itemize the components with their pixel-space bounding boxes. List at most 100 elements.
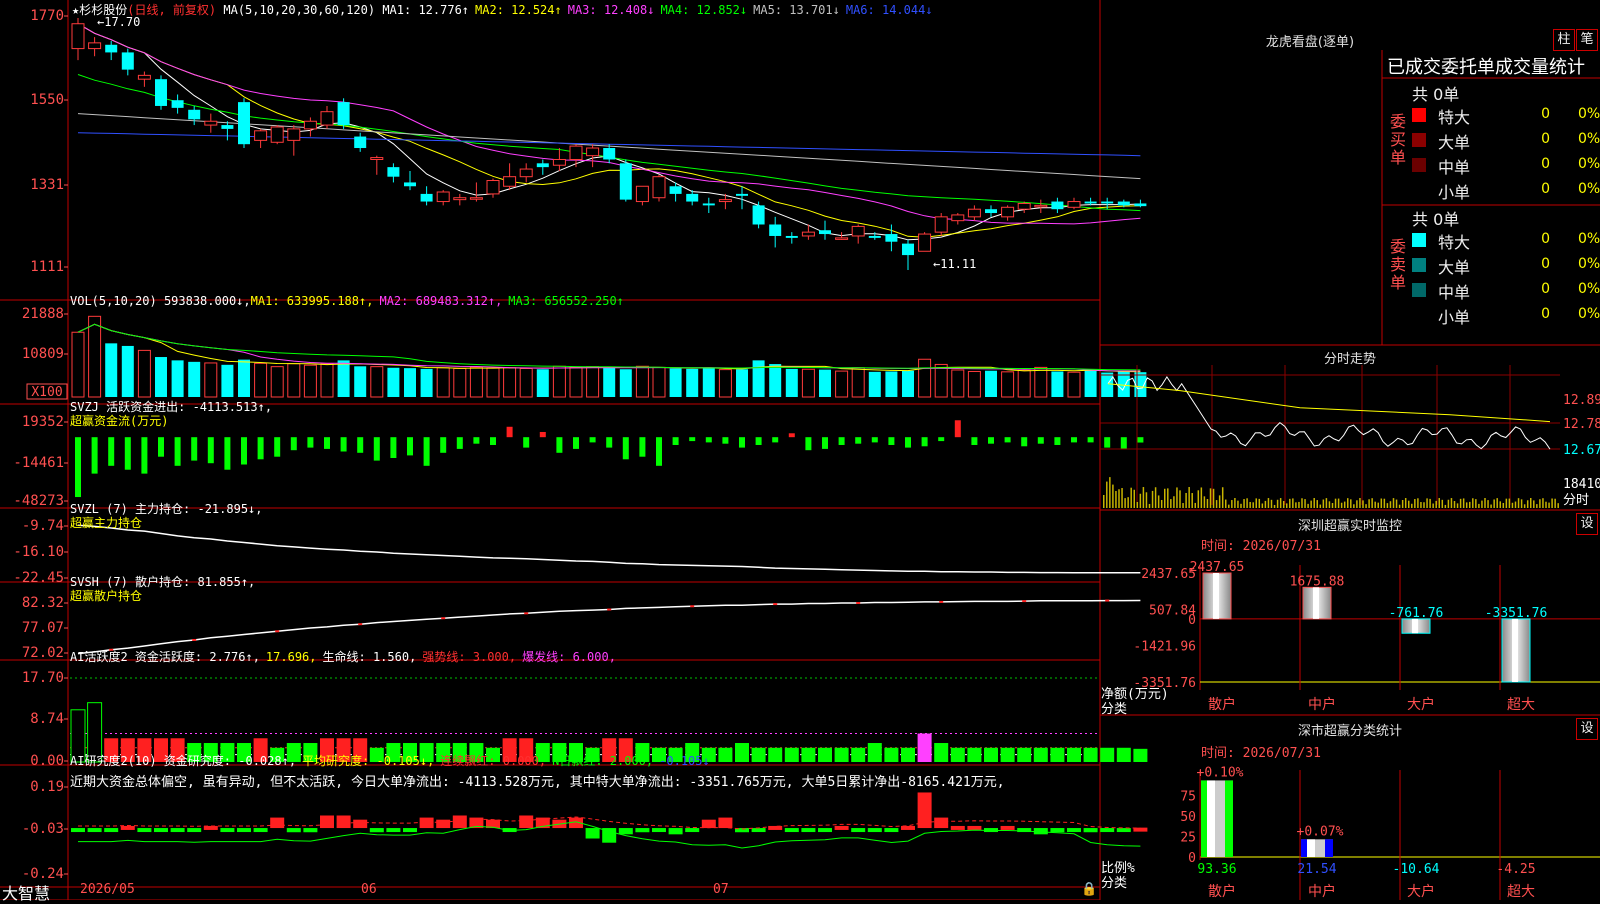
candle-body [221, 125, 234, 129]
hud-item-4: 爆发线: 6.000, [522, 650, 616, 664]
class-value-label: -4.25 [1496, 862, 1535, 877]
flow-bar [324, 437, 330, 449]
flow-bar [224, 437, 231, 470]
intraday-volume-bar [1456, 503, 1459, 508]
volume-bar [88, 315, 102, 398]
intraday-volume-bar [1157, 495, 1160, 508]
ai-active-chart[interactable] [70, 677, 1148, 763]
sell-row-count-2: 0 [1541, 281, 1550, 297]
buy-orders-label: 委买单 [1389, 112, 1406, 167]
svsh-chart[interactable] [77, 599, 1141, 655]
research-bar [668, 828, 683, 835]
volume-chart[interactable] [71, 315, 1147, 398]
intraday-volume-bar [1334, 498, 1337, 508]
intraday-volume-bar [1484, 498, 1486, 508]
flow-bar [988, 437, 994, 444]
candle-body [519, 168, 533, 178]
category-label: 中户 [1308, 883, 1336, 900]
sz-monitor-axis-label: 2437.65 [1141, 567, 1196, 582]
flow-bar [921, 437, 928, 447]
bar-view-button[interactable]: 柱 [1553, 29, 1575, 51]
flow-bar [340, 437, 347, 452]
activity-bar [735, 743, 749, 762]
flow-bar [1037, 437, 1044, 444]
research-bar [237, 828, 251, 833]
sell-row-swatch-0 [1412, 233, 1426, 247]
flow-bar [689, 437, 696, 442]
intraday-volume-bar [1472, 498, 1474, 508]
price-chart[interactable] [71, 18, 1147, 270]
intraday-volume-bar [1319, 504, 1322, 508]
research-bar [867, 828, 882, 833]
research-bar [286, 828, 301, 833]
lhb-title: 龙虎看盘(逐单) [1265, 35, 1355, 50]
candle-body [171, 100, 184, 108]
intraday-volume-bar [1478, 503, 1480, 508]
svzl-chart[interactable] [77, 524, 1141, 574]
volume-bar [718, 369, 732, 398]
flow-bar [606, 437, 613, 448]
volume-bar [238, 359, 250, 397]
candle-body [1067, 201, 1081, 208]
candle-body [686, 193, 699, 202]
sz-class-settings-button[interactable]: 设 [1576, 718, 1598, 740]
tick-view-button[interactable]: 笔 [1576, 29, 1598, 51]
flow-bar [905, 437, 911, 448]
volume-bar [453, 368, 467, 398]
intraday-volume-bar [1261, 503, 1264, 508]
sz-class-chart[interactable]: 75 50 25 093.36 散户 21.54 中户 -10.64 大户 -4.25 超大 +0.1… [1180, 765, 1600, 900]
volume-bar [885, 371, 898, 397]
intraday-volume-bar [1435, 500, 1437, 508]
candle-body [503, 176, 517, 187]
low-price-label: ←11.11 [933, 257, 977, 271]
buy-row-label-3: 小单 [1438, 183, 1471, 202]
candle-body [819, 230, 831, 235]
intraday-volume-bar [1313, 498, 1315, 508]
ai-research-chart[interactable] [71, 792, 1148, 849]
candle-body [121, 52, 134, 70]
intraday-volume-bar [1164, 488, 1166, 508]
svsh-marker [939, 600, 944, 603]
svzj-chart[interactable] [75, 420, 1144, 498]
intraday-volume-bar [1444, 504, 1447, 508]
candle-body [71, 23, 85, 50]
flow-bar [871, 437, 878, 443]
buy-row-swatch-0 [1412, 108, 1426, 122]
volume-bar [752, 360, 765, 397]
intraday-volume-bar [1212, 488, 1215, 508]
intraday-volume-bar [1404, 498, 1407, 508]
lock-icon[interactable]: 🔒 [1081, 882, 1097, 897]
date-label-1: 2026/05 [80, 882, 135, 897]
activity-bar [984, 747, 998, 762]
intraday-volume-bar [1124, 498, 1126, 508]
sz-monitor-settings-button[interactable]: 设 [1576, 513, 1598, 535]
intraday-chart[interactable]: 12.89 12.78 12.67 18410分时 [1100, 365, 1600, 508]
research-bar [718, 817, 733, 829]
flow-bar [490, 437, 496, 445]
activity-bar [901, 747, 915, 762]
intraday-volume-bar [1191, 493, 1193, 508]
volume-bar [420, 368, 433, 397]
intraday-volume-bar [1325, 498, 1328, 508]
volume-bar [188, 361, 201, 397]
brand-logo[interactable]: 大智慧 [2, 880, 50, 904]
intraday-volume-bar [1249, 501, 1251, 508]
hud-item-3: MA4: 12.852↓ [660, 3, 748, 17]
candle-body [652, 176, 666, 199]
volume-bar [1017, 369, 1031, 398]
volume-bar [934, 363, 948, 398]
buy-row-swatch-2 [1412, 158, 1426, 172]
buy-row-label-0: 特大 [1438, 108, 1471, 127]
candle-body [918, 233, 932, 252]
class-bar-highlight [1307, 839, 1315, 857]
hud-item-4: MA5: 13.701↓ [753, 3, 840, 17]
flow-bar [1054, 437, 1061, 445]
candle-body [1134, 203, 1147, 207]
sz-monitor-chart[interactable]: 2437.65507.840-1421.96-3351.762437.65散户1… [1133, 560, 1600, 713]
volume-bar [569, 366, 583, 398]
volume-title: VOL(5,10,20) [70, 294, 157, 308]
lhb-tabs[interactable]: 已成交委托单成交量统计 [1387, 53, 1585, 79]
intraday-volume-bar [1316, 500, 1318, 508]
buy-row-pct-3: 0% [1578, 181, 1600, 197]
class-top-label: +0.07% [1297, 824, 1344, 839]
